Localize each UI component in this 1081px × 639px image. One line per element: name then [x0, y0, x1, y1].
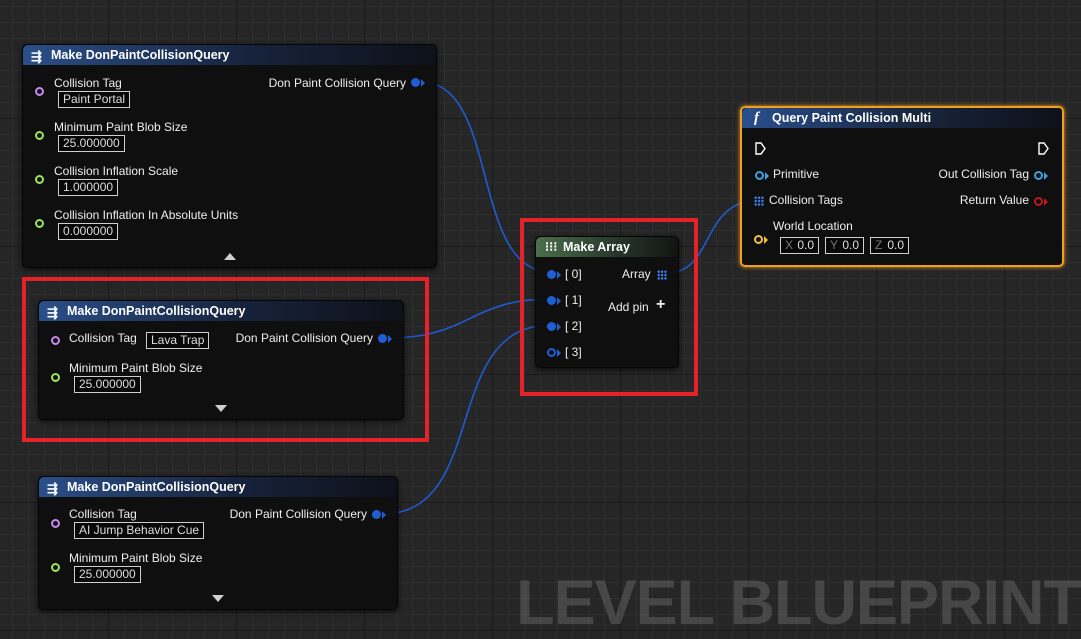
node-title: Make DonPaintCollisionQuery — [67, 480, 246, 494]
node-title: Query Paint Collision Multi — [772, 111, 932, 125]
query-paint-collision-node[interactable]: f Query Paint Collision Multi Primitive … — [740, 106, 1064, 267]
level-blueprint-watermark: LEVEL BLUEPRINT — [516, 568, 1081, 638]
out-collision-tag-pin[interactable] — [1034, 171, 1043, 180]
location-y-field[interactable]: Y 0.0 — [825, 237, 864, 254]
axis-label: X — [785, 238, 794, 252]
output-pin[interactable] — [372, 510, 381, 519]
make-query-node-3[interactable]: ⇶ Make DonPaintCollisionQuery Collision … — [38, 476, 398, 610]
highlight-box-node2 — [22, 277, 429, 442]
location-x-field[interactable]: X 0.0 — [780, 237, 819, 254]
axis-value: 0.0 — [797, 238, 814, 252]
min-blob-size-pin[interactable] — [35, 131, 44, 140]
return-value-pin[interactable] — [1034, 197, 1043, 206]
collision-tag-pin[interactable] — [51, 519, 60, 528]
pin-label: Collision Tag — [54, 76, 122, 90]
pin-arrow-icon — [764, 236, 768, 244]
pin-arrow-icon — [421, 79, 425, 87]
inflation-absolute-pin[interactable] — [35, 219, 44, 228]
output-pin[interactable] — [411, 78, 420, 87]
make-struct-icon: ⇶ — [47, 481, 58, 496]
pin-arrow-icon — [1044, 172, 1048, 180]
primitive-pin[interactable] — [755, 171, 764, 180]
input-label: Collision Tags — [769, 193, 843, 207]
collision-tag-field[interactable]: AI Jump Behavior Cue — [74, 522, 205, 539]
function-icon: f — [754, 110, 759, 126]
collision-tag-field[interactable]: Paint Portal — [58, 91, 131, 108]
exec-output-icon[interactable] — [1038, 142, 1049, 155]
pin-label: Minimum Paint Blob Size — [54, 120, 188, 134]
inflation-absolute-field[interactable]: 0.000000 — [58, 223, 119, 240]
input-label: World Location — [773, 219, 853, 233]
pin-label: Collision Inflation Scale — [54, 164, 179, 178]
output-label: Don Paint Collision Query — [268, 76, 406, 90]
output-label: Return Value — [959, 193, 1029, 207]
inflation-scale-pin[interactable] — [35, 175, 44, 184]
node-header[interactable]: f Query Paint Collision Multi — [742, 108, 1062, 128]
make-query-node-1[interactable]: ⇶ Make DonPaintCollisionQuery Collision … — [22, 44, 437, 268]
axis-label: Y — [830, 238, 839, 252]
pin-label: Collision Inflation In Absolute Units — [54, 208, 239, 222]
collision-tags-pin-icon[interactable] — [754, 196, 764, 206]
axis-value: 0.0 — [887, 238, 904, 252]
location-z-field[interactable]: Z 0.0 — [870, 237, 909, 254]
pin-label: Minimum Paint Blob Size — [69, 551, 203, 565]
make-struct-icon: ⇶ — [31, 49, 42, 64]
pin-label: Collision Tag — [69, 507, 137, 521]
node-title: Make DonPaintCollisionQuery — [51, 48, 230, 62]
exec-input-icon[interactable] — [755, 142, 766, 155]
world-location-pin[interactable] — [754, 235, 763, 244]
pin-arrow-icon — [382, 511, 386, 519]
pin-arrow-icon — [765, 172, 769, 180]
node-header[interactable]: ⇶ Make DonPaintCollisionQuery — [39, 477, 397, 497]
min-blob-size-field[interactable]: 25.000000 — [58, 135, 125, 152]
expand-arrow-icon[interactable] — [212, 595, 224, 602]
output-label: Don Paint Collision Query — [229, 507, 367, 521]
collapse-arrow-icon[interactable] — [224, 253, 236, 260]
highlight-box-make-array — [520, 218, 698, 396]
pin-arrow-icon — [1044, 198, 1048, 206]
inflation-scale-field[interactable]: 1.000000 — [58, 179, 119, 196]
axis-value: 0.0 — [842, 238, 859, 252]
axis-label: Z — [875, 238, 883, 252]
input-label: Primitive — [773, 167, 820, 181]
output-label: Out Collision Tag — [938, 167, 1030, 181]
min-blob-size-pin[interactable] — [51, 563, 60, 572]
collision-tag-pin[interactable] — [35, 87, 44, 96]
node-header[interactable]: ⇶ Make DonPaintCollisionQuery — [23, 45, 436, 65]
min-blob-size-field[interactable]: 25.000000 — [74, 566, 141, 583]
